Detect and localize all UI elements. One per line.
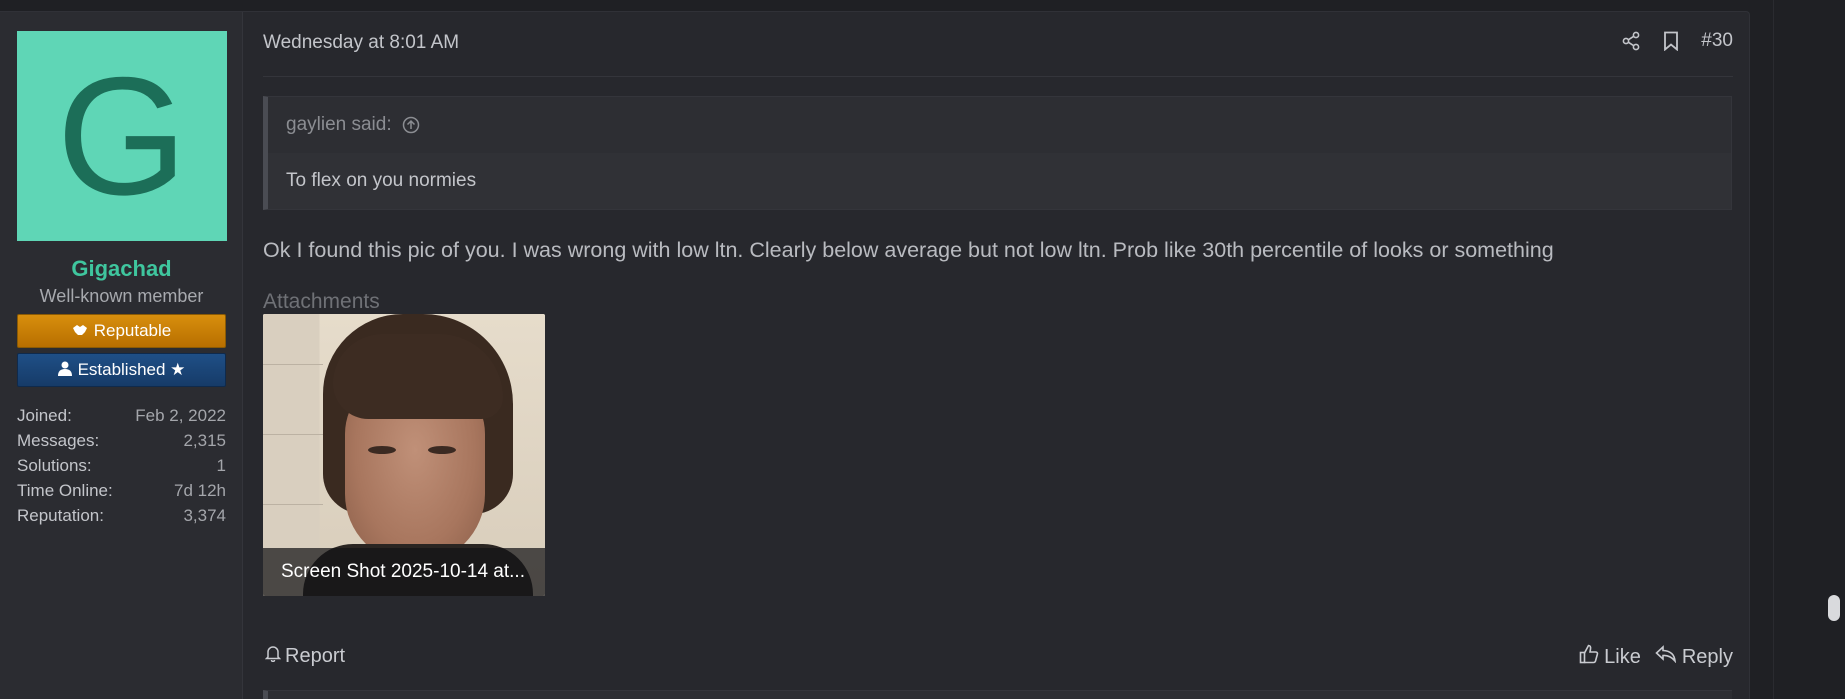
username-link[interactable]: Gigachad	[0, 256, 243, 282]
stat-messages: Messages: 2,315	[17, 428, 226, 453]
attachment-thumbnail[interactable]: Screen Shot 2025-10-14 at...	[263, 314, 545, 596]
banner-label: Established ★	[77, 360, 186, 379]
stat-value[interactable]: 2,315	[183, 428, 226, 453]
post-timestamp[interactable]: Wednesday at 8:01 AM	[263, 32, 459, 54]
bell-icon	[264, 644, 282, 668]
share-icon[interactable]	[1621, 31, 1641, 51]
banner-label: Reputable	[93, 321, 172, 340]
avatar[interactable]: G	[17, 31, 227, 241]
report-label: Report	[285, 644, 346, 667]
post-footer-actions: Like Reply	[1579, 644, 1733, 670]
avatar-letter: G	[56, 42, 188, 230]
banner-reputable: Reputable	[17, 314, 226, 348]
stat-label: Messages:	[17, 431, 100, 450]
reply-button[interactable]: Reply	[1655, 645, 1733, 669]
post-top-actions: #30	[1621, 30, 1733, 52]
bookmark-icon[interactable]	[1663, 31, 1679, 51]
stat-label: Reputation:	[17, 506, 104, 525]
stat-joined: Joined: Feb 2, 2022	[17, 403, 226, 428]
avatar-pointer	[227, 62, 241, 86]
post-number-link[interactable]: #30	[1701, 30, 1733, 52]
stat-reputation: Reputation: 3,374	[17, 503, 226, 528]
user-title: Well-known member	[39, 286, 204, 306]
like-button[interactable]: Like	[1579, 644, 1641, 670]
attachment-caption: Screen Shot 2025-10-14 at...	[263, 548, 545, 596]
quote-block: gaylien said: To flex on you normies	[263, 96, 1732, 210]
user-stats: Joined: Feb 2, 2022 Messages: 2,315 Solu…	[17, 403, 226, 528]
quote-header[interactable]: gaylien said:	[268, 97, 1731, 153]
divider	[263, 76, 1733, 77]
photo-fringe	[333, 334, 503, 419]
reply-icon	[1655, 645, 1677, 669]
arrow-up-circle-icon[interactable]	[402, 116, 420, 134]
stat-solutions: Solutions: 1	[17, 453, 226, 478]
stat-label: Solutions:	[17, 456, 92, 475]
quote-text: To flex on you normies	[268, 153, 1731, 209]
stat-value: Feb 2, 2022	[135, 406, 226, 425]
user-icon	[57, 361, 72, 380]
quote-author: gaylien said:	[286, 114, 392, 135]
stat-value: 3,374	[183, 506, 226, 525]
attachments-heading: Attachments	[263, 290, 380, 313]
report-button[interactable]: Report	[264, 644, 346, 668]
thumbs-up-icon	[1579, 644, 1599, 670]
next-quote-block	[263, 690, 1732, 699]
scrollbar-thumb[interactable]	[1828, 595, 1840, 621]
stat-label: Time Online:	[17, 481, 113, 500]
stat-time-online: Time Online: 7d 12h	[17, 478, 226, 503]
reply-label: Reply	[1681, 645, 1733, 668]
user-info-column: G Gigachad Well-known member Reputable E…	[0, 12, 243, 699]
post-container: G Gigachad Well-known member Reputable E…	[0, 11, 1750, 699]
stat-label: Joined:	[17, 406, 72, 425]
stat-value: 7d 12h	[174, 481, 226, 500]
handshake-icon	[72, 323, 88, 340]
stat-value: 1	[216, 456, 226, 475]
like-label: Like	[1604, 645, 1641, 668]
banner-established: Established ★	[17, 353, 226, 387]
post-message: Ok I found this pic of you. I was wrong …	[263, 238, 1554, 262]
